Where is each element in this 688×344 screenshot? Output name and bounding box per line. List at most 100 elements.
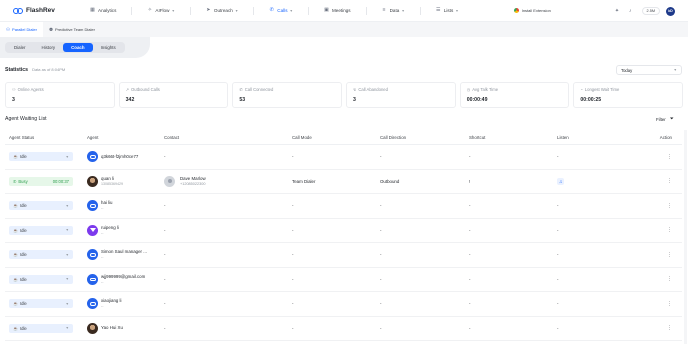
- call-mode: -: [292, 325, 294, 331]
- agent-avatar: [87, 151, 98, 163]
- action-cell: ⋮: [650, 252, 682, 258]
- status-label: Idle: [19, 252, 27, 258]
- coffee-icon: ☕: [13, 203, 18, 209]
- column-header: Call Direction: [380, 134, 407, 140]
- more-actions-icon[interactable]: ⋮: [667, 301, 672, 307]
- nav-item-calls[interactable]: ✆ Calls ▼: [254, 0, 308, 22]
- contact[interactable]: Dave Marlow +12085022300: [164, 175, 292, 187]
- table-row: ✆ Busy 00:00:37 quan li 13085369429 Dave Marl…: [5, 170, 682, 194]
- agent-status-badge[interactable]: ☕ Idle ▼: [9, 152, 73, 162]
- status-left: ☕ Idle: [13, 203, 27, 208]
- agent-status-badge[interactable]: ☕ Idle ▼: [9, 323, 73, 333]
- nav-item-aiflow[interactable]: ✧ AIFlow ▼: [132, 0, 190, 22]
- stat-card-label: Outbound Calls: [131, 87, 160, 92]
- nav-item-label: Lists: [443, 8, 454, 13]
- agent-avatar: [87, 322, 98, 334]
- more-actions-icon[interactable]: ⋮: [667, 203, 672, 209]
- action-cell: ⋮: [650, 154, 682, 160]
- infinity-icon: [89, 277, 96, 281]
- person-icon: [167, 179, 172, 184]
- user-avatar[interactable]: kD: [666, 6, 675, 16]
- segment-coach[interactable]: Coach: [63, 43, 93, 52]
- listen-cell: ♫: [557, 177, 650, 185]
- agent-cell: wjj999999@gmail.com --: [87, 273, 164, 285]
- chevron-down-icon: ▼: [401, 8, 405, 13]
- subtab-parallel-dialer[interactable]: ⚇ Parallel Dialer: [0, 22, 43, 37]
- stat-cards: ⚇ Online Agents 3 ↗ Outbound Calls 342 ✆ Call C…: [5, 82, 684, 108]
- table-row: ☕ Idle ▼ hai liu -- - - - - - ⋮: [5, 194, 682, 219]
- install-extension-link[interactable]: Install Extension: [513, 8, 551, 13]
- nav-item-outreach[interactable]: ➤ Outreach ▼: [191, 0, 253, 22]
- nav-item-analytics[interactable]: ▦ Analytics: [75, 0, 131, 22]
- credits-badge[interactable]: 2.5M: [641, 7, 660, 15]
- status-left: ☕ Idle: [13, 301, 27, 306]
- status-label: Idle: [19, 227, 27, 233]
- coffee-icon: ☕: [13, 252, 18, 258]
- date-range-select[interactable]: Today ▼: [616, 65, 682, 75]
- agent-status-badge[interactable]: ☕ Idle ▼: [9, 225, 73, 235]
- column-header: Agent Status: [9, 134, 35, 140]
- gift-icon[interactable]: ✦: [615, 8, 619, 14]
- call-direction: -: [380, 154, 382, 160]
- contact-cell: -: [164, 326, 292, 331]
- listen-value: -: [557, 203, 559, 209]
- stat-card-label-row: ✆ Call Connected: [239, 87, 335, 92]
- agents-icon: ⚇: [12, 87, 16, 92]
- segment-history[interactable]: History: [33, 43, 63, 52]
- wait-time-icon: ◔: [580, 87, 583, 92]
- table-row: ☕ Idle ▼ ruipeng li -- - - - - - ⋮: [5, 219, 682, 243]
- bell-icon[interactable]: ♪: [629, 8, 632, 14]
- agent-info: hai liu --: [101, 200, 112, 211]
- stat-card: ↗ Outbound Calls 342: [118, 82, 229, 108]
- contact-name: -: [164, 276, 166, 282]
- status-cell: ✆ Busy 00:00:37: [5, 176, 87, 186]
- status-left: ☕ Idle: [13, 326, 27, 331]
- table-header: Agent Status Agent Contact Call Mode Call Di…: [5, 130, 682, 145]
- more-actions-icon[interactable]: ⋮: [667, 227, 672, 233]
- stat-card-value: 342: [125, 97, 135, 103]
- agent-cell: q3k66t-f2jmh0ce77: [87, 151, 164, 163]
- app-logo[interactable]: FlashRev: [13, 7, 75, 14]
- more-actions-icon[interactable]: ⋮: [667, 276, 672, 282]
- nav-item-label: Data: [389, 8, 400, 13]
- agent-status-badge[interactable]: ✆ Busy 00:00:37: [9, 176, 73, 186]
- status-cell: ☕ Idle ▼: [5, 250, 87, 260]
- status-left: ☕ Idle: [13, 252, 27, 257]
- status-left: ✆ Busy: [13, 179, 28, 184]
- listen-icon[interactable]: ♫: [557, 177, 564, 185]
- action-cell: ⋮: [650, 276, 682, 282]
- stat-card-label-row: ◔ Longest Wait Time: [580, 87, 676, 92]
- agent-status-badge[interactable]: ☕ Idle ▼: [9, 201, 73, 211]
- agent-status-badge[interactable]: ☕ Idle ▼: [9, 299, 73, 309]
- agent-avatar: [87, 249, 98, 261]
- more-actions-icon[interactable]: ⋮: [667, 178, 672, 184]
- agent-info: wjj999999@gmail.com --: [101, 274, 145, 285]
- nav-item-lists[interactable]: ☰ Lists ▼: [421, 0, 474, 22]
- contact-name: -: [164, 227, 166, 233]
- agent-status-badge[interactable]: ☕ Idle ▼: [9, 274, 73, 284]
- status-label: Idle: [19, 154, 27, 160]
- filter-button[interactable]: Filter ⏷: [656, 116, 674, 122]
- status-label: Idle: [19, 276, 27, 282]
- segment-dialer[interactable]: Dialer: [6, 43, 33, 52]
- scrollbar[interactable]: [684, 130, 687, 344]
- brand-name: FlashRev: [26, 7, 55, 14]
- table-row: ☕ Idle ▼ xiaojiang li -- - - - - - ⋮: [5, 292, 682, 317]
- subtab-predictive-team-dialer[interactable]: ⚉ Predictive Team Dialer: [43, 22, 101, 37]
- contact-name: -: [164, 325, 166, 331]
- agent-info: xiaojiang li --: [101, 298, 122, 309]
- stat-card-label-row: ⚇ Online Agents: [12, 87, 108, 92]
- stat-card-label: Call Connected: [244, 87, 274, 92]
- stat-card-label: Avg Talk Time: [472, 87, 499, 92]
- agent-status-badge[interactable]: ☕ Idle ▼: [9, 250, 73, 260]
- more-actions-icon[interactable]: ⋮: [667, 154, 672, 160]
- shortcut: -: [469, 301, 471, 307]
- nav-item-meetings[interactable]: ▣ Meetings: [309, 0, 366, 22]
- call-mode: -: [292, 203, 294, 209]
- more-actions-icon[interactable]: ⋮: [667, 252, 672, 258]
- more-actions-icon[interactable]: ⋮: [667, 325, 672, 331]
- segment-insights[interactable]: Insights: [93, 43, 124, 52]
- agent-phone: --: [101, 279, 104, 284]
- nav-item-data[interactable]: ≡ Data ▼: [367, 0, 420, 22]
- coffee-icon: ☕: [13, 301, 18, 307]
